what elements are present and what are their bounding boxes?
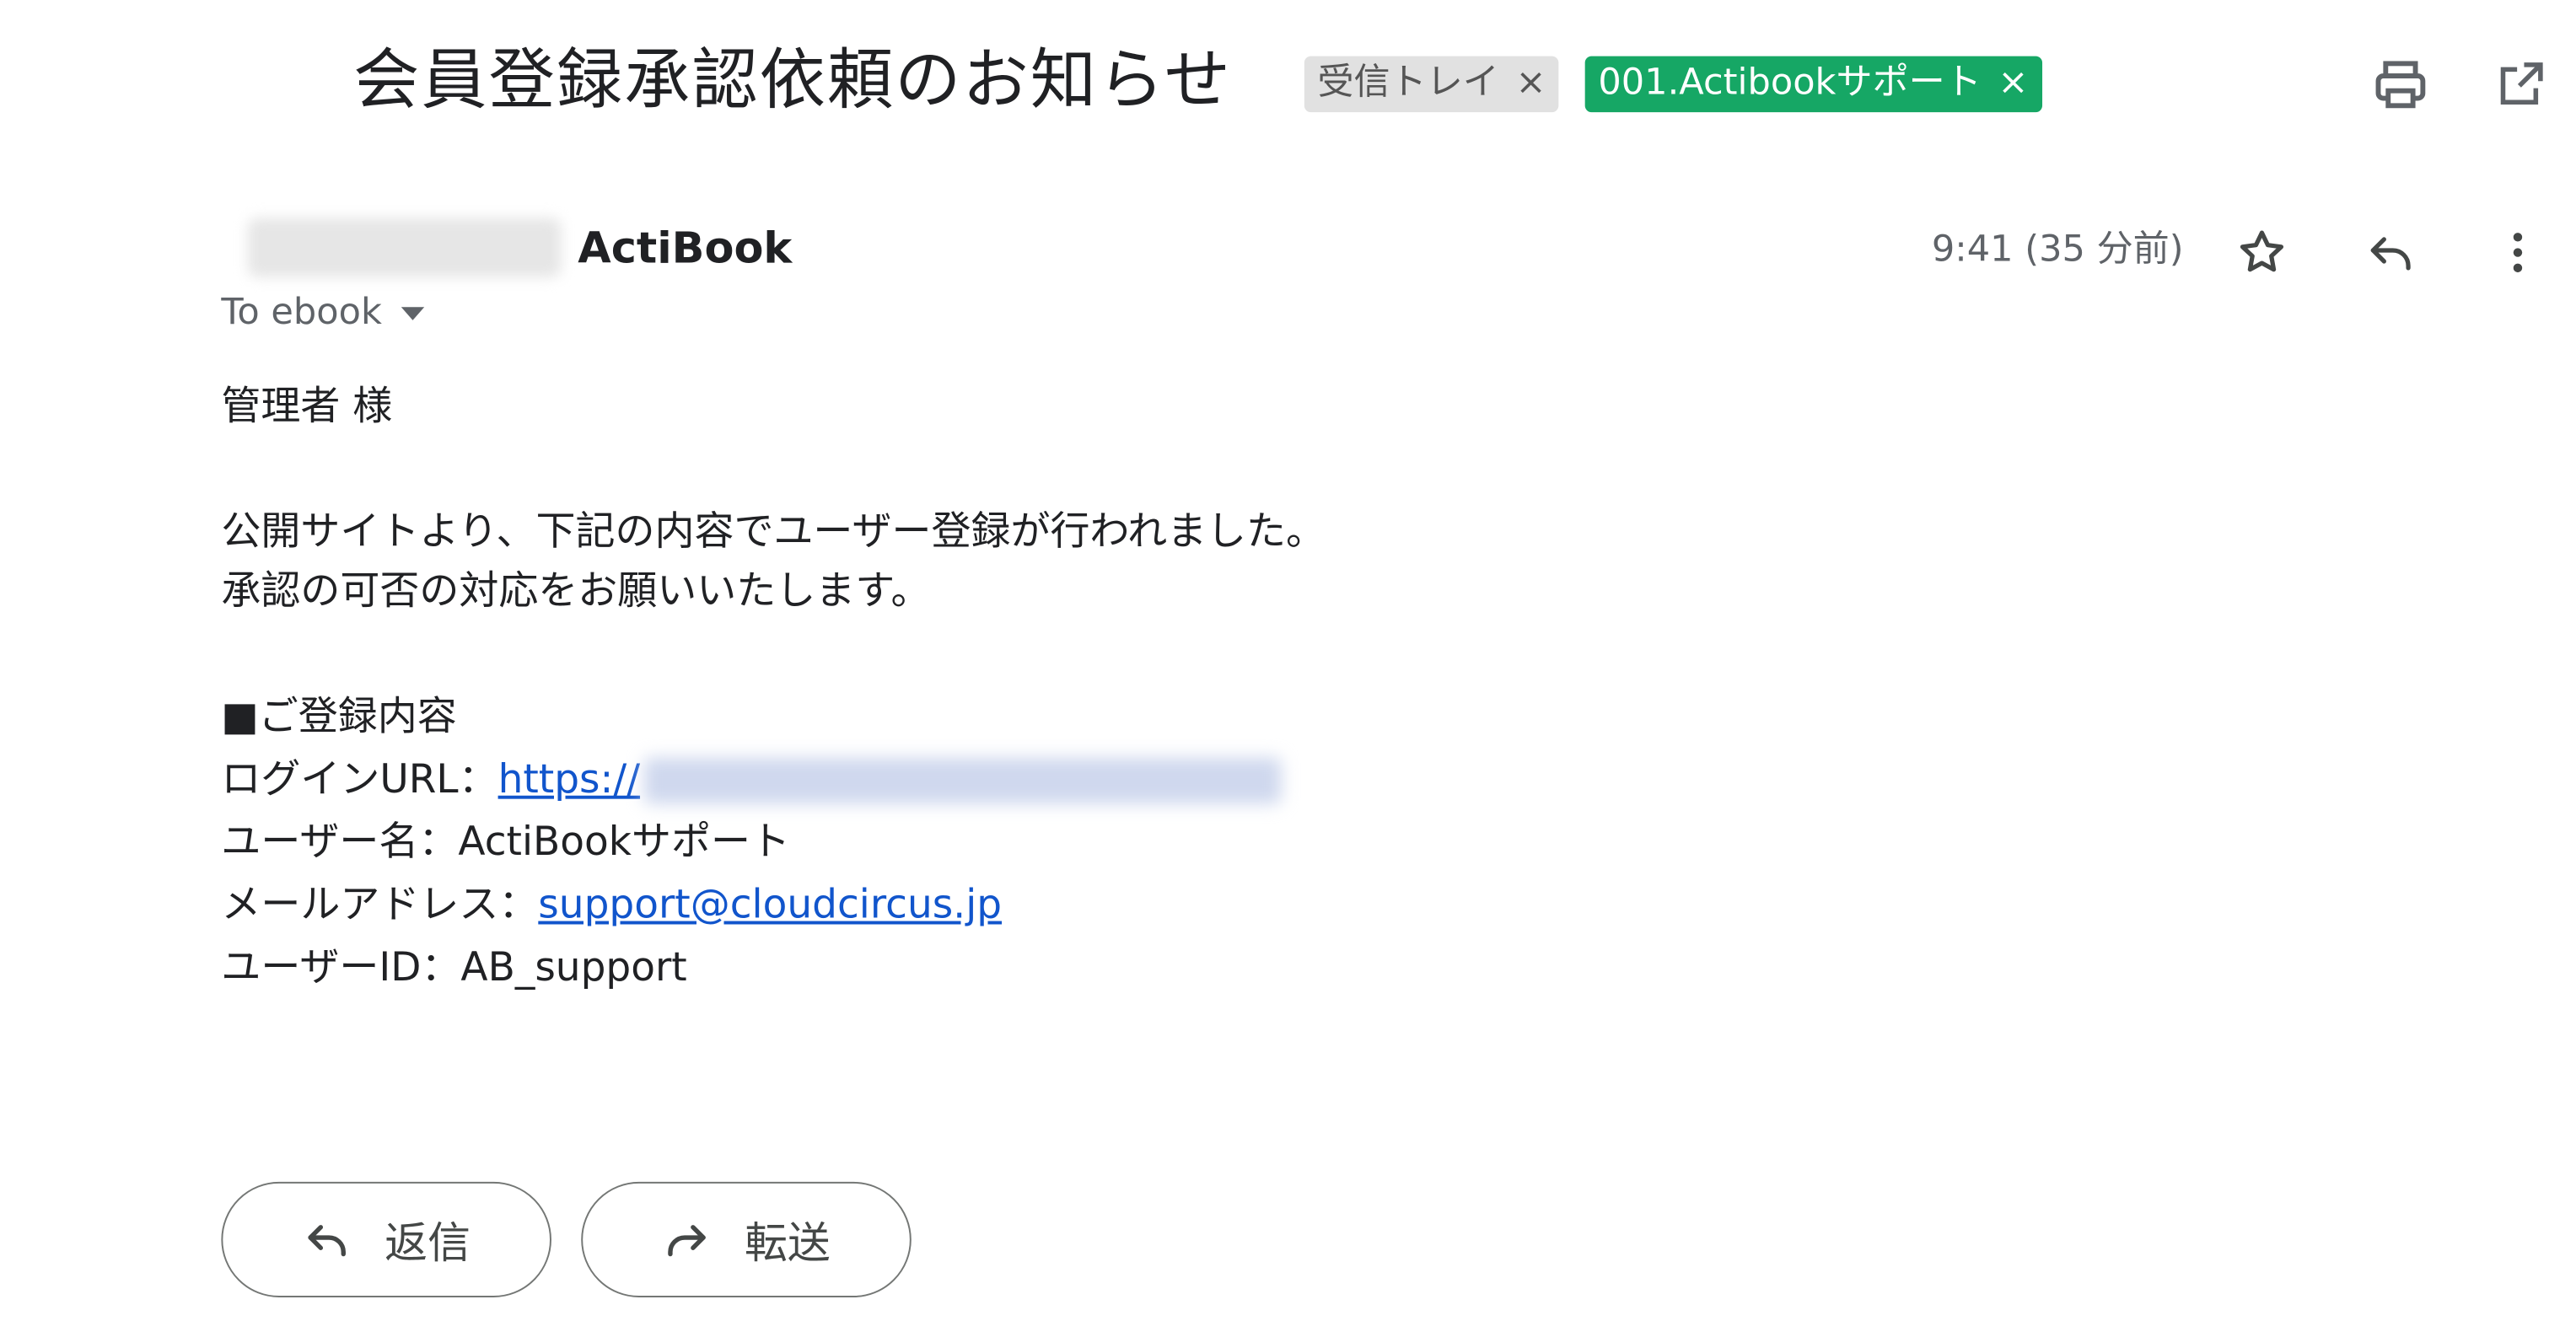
body-user-name-line: ユーザー名：ActiBookサポート (221, 819, 790, 865)
label-chip-text: 受信トレイ (1317, 62, 1499, 105)
recipient-details-toggle[interactable]: To ebook (221, 287, 425, 341)
forward-icon (668, 1225, 706, 1257)
login-url-link[interactable]: https:// (498, 756, 640, 803)
reply-icon (308, 1225, 346, 1257)
remove-label-icon[interactable]: × (1515, 56, 1546, 113)
login-url-label: ログインURL： (221, 755, 498, 803)
body-line-2: 承認の可否の対応をお願いいたします。 (221, 567, 931, 615)
reply-icon[interactable] (2358, 219, 2423, 285)
remove-label-icon[interactable]: × (1998, 56, 2028, 113)
sender-email-redacted (247, 217, 562, 277)
caret-down-icon (401, 307, 425, 320)
email-label: メールアドレス： (221, 881, 539, 928)
body-section-heading: ■ご登録内容 (221, 693, 457, 740)
email-subject: 会員登録承認依頼のお知らせ (353, 42, 1233, 119)
label-chip-text: 001.Actibookサポート (1598, 62, 1982, 105)
forward-button-label: 転送 (745, 1218, 831, 1269)
open-in-new-icon[interactable] (2487, 53, 2552, 119)
reply-button[interactable]: 返信 (221, 1181, 551, 1297)
star-icon[interactable] (2229, 219, 2294, 285)
body-login-url-line: ログインURL：https:// (221, 749, 1281, 808)
sender-name: ActiBook (578, 224, 793, 275)
body-user-id-line: ユーザーID：AB_support (221, 943, 687, 991)
forward-button[interactable]: 転送 (581, 1181, 912, 1297)
email-timestamp: 9:41 (35 分前) (1931, 229, 2184, 271)
body-greeting: 管理者 様 (221, 383, 393, 430)
more-vert-icon[interactable] (2485, 219, 2551, 285)
reply-button-label: 返信 (385, 1218, 471, 1269)
login-url-redacted[interactable] (643, 757, 1281, 804)
email-address-link[interactable]: support@cloudcircus.jp (538, 882, 1002, 928)
label-chip-actibook-support[interactable]: 001.Actibookサポート × (1584, 56, 2042, 113)
print-icon[interactable] (2368, 53, 2433, 119)
body-line-1: 公開サイトより、下記の内容でユーザー登録が行われました。 (221, 508, 1326, 555)
recipient-line: To ebook (221, 292, 382, 334)
label-chip-inbox[interactable]: 受信トレイ × (1304, 56, 1560, 113)
body-email-line: メールアドレス：support@cloudcircus.jp (221, 875, 1002, 934)
